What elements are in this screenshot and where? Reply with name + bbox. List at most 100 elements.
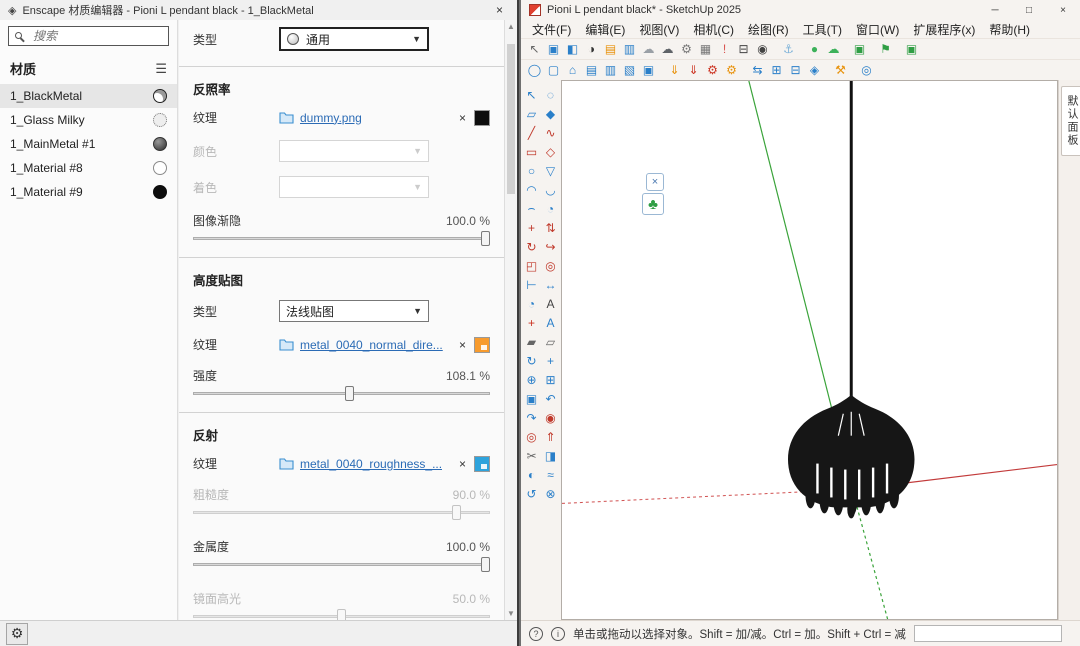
- protractor-icon[interactable]: ◔: [523, 295, 540, 312]
- green-save-icon[interactable]: ▣: [851, 41, 868, 58]
- remove-texture-icon[interactable]: ×: [455, 457, 470, 471]
- box-alt-icon[interactable]: ▣: [640, 62, 657, 79]
- folder-icon[interactable]: [279, 457, 294, 470]
- properties-scrollbar[interactable]: ▲ ▼: [504, 20, 517, 620]
- tape-measure-icon[interactable]: ⊢: [523, 276, 540, 293]
- menu-file[interactable]: 文件(F): [525, 20, 578, 39]
- rotated-rectangle-icon[interactable]: ◇: [542, 143, 559, 160]
- material-list-item[interactable]: 1_MainMetal #1: [0, 132, 177, 156]
- height-texture-link[interactable]: metal_0040_normal_dire...: [300, 338, 443, 352]
- rotate-icon[interactable]: ↻: [523, 238, 540, 255]
- sketchup-titlebar[interactable]: Pioni L pendant black* - SketchUp 2025 ─…: [521, 0, 1080, 20]
- remove-texture-icon[interactable]: ×: [455, 111, 470, 125]
- minimize-icon[interactable]: ─: [978, 0, 1012, 20]
- close-section-icon[interactable]: ⊗: [542, 485, 559, 502]
- height-map-type-dropdown[interactable]: 法线贴图 ▼: [279, 300, 429, 322]
- help-icon[interactable]: ?: [529, 627, 543, 641]
- cloud-icon[interactable]: ☁: [640, 41, 657, 58]
- maximize-icon[interactable]: □: [1012, 0, 1046, 20]
- close-icon[interactable]: ×: [490, 3, 509, 17]
- albedo-texture-link[interactable]: dummy.png: [300, 111, 362, 125]
- reflection-texture-link[interactable]: metal_0040_roughness_...: [300, 457, 442, 471]
- pan-icon[interactable]: +: [542, 352, 559, 369]
- height-texture-swatch[interactable]: [474, 337, 490, 353]
- albedo-texture-swatch[interactable]: [474, 110, 490, 126]
- select-icon[interactable]: ↖: [523, 86, 540, 103]
- folder-icon[interactable]: [279, 338, 294, 351]
- walk-icon[interactable]: ⇑: [542, 428, 559, 445]
- search-box[interactable]: [8, 26, 169, 46]
- green-save-2-icon[interactable]: ▣: [903, 41, 920, 58]
- lasso-icon[interactable]: ◌: [542, 86, 559, 103]
- gear-orange-icon[interactable]: ⚙: [723, 62, 740, 79]
- line-icon[interactable]: ╱: [523, 124, 540, 141]
- section-fill-icon[interactable]: ▱: [542, 333, 559, 350]
- measurements-box[interactable]: [914, 625, 1062, 642]
- eraser-icon[interactable]: ▱: [523, 105, 540, 122]
- paint-bucket-icon[interactable]: ◆: [542, 105, 559, 122]
- nav-box-plus-icon[interactable]: ⊞: [768, 62, 785, 79]
- dimension-icon[interactable]: ↔: [542, 276, 559, 293]
- previous-view-icon[interactable]: ↶: [542, 390, 559, 407]
- cloud-upload-icon[interactable]: ☁: [659, 41, 676, 58]
- menu-help[interactable]: 帮助(H): [982, 20, 1037, 39]
- floating-plant-button[interactable]: ♣: [642, 193, 664, 215]
- close-icon[interactable]: ×: [1046, 0, 1080, 20]
- panorama-gallery-icon[interactable]: ▦: [697, 41, 714, 58]
- 3d-text-icon[interactable]: A: [542, 314, 559, 331]
- floating-close-button[interactable]: ×: [646, 173, 664, 191]
- text-icon[interactable]: A: [542, 295, 559, 312]
- export-image-icon[interactable]: ▤: [602, 41, 619, 58]
- menu-draw[interactable]: 绘图(R): [741, 20, 796, 39]
- enscape-titlebar[interactable]: ◈ Enscape 材质编辑器 - Pioni L pendant black …: [0, 0, 517, 20]
- slider-thumb[interactable]: [481, 231, 490, 246]
- freehand-icon[interactable]: ∿: [542, 124, 559, 141]
- green-material-icon[interactable]: ●: [806, 41, 823, 58]
- settings-button[interactable]: ⚙: [6, 623, 28, 645]
- zoom-extents-icon[interactable]: ▣: [523, 390, 540, 407]
- default-panel-tab[interactable]: 默认面板: [1061, 86, 1080, 156]
- asset-anchor-icon[interactable]: ⚓: [780, 41, 797, 58]
- shadows-icon[interactable]: ◐: [523, 466, 540, 483]
- nav-box-minus-icon[interactable]: ⊟: [787, 62, 804, 79]
- circle-icon[interactable]: ○: [523, 162, 540, 179]
- slider-thumb[interactable]: [345, 386, 354, 401]
- gear-red-icon[interactable]: ⚙: [704, 62, 721, 79]
- albedo-color-dropdown[interactable]: ▼: [279, 140, 429, 162]
- menu-window[interactable]: 窗口(W): [849, 20, 906, 39]
- material-list-item[interactable]: 1_BlackMetal: [0, 84, 177, 108]
- alert-badge-icon[interactable]: !: [716, 41, 733, 58]
- slider-thumb[interactable]: [481, 557, 490, 572]
- menu-edit[interactable]: 编辑(E): [578, 20, 632, 39]
- orbit-icon[interactable]: ↻: [523, 352, 540, 369]
- green-cloud-icon[interactable]: ☁: [825, 41, 842, 58]
- image-fade-slider[interactable]: [193, 231, 490, 247]
- cart-icon[interactable]: ⊟: [735, 41, 752, 58]
- info-icon[interactable]: i: [551, 627, 565, 641]
- position-camera-icon[interactable]: ◉: [542, 409, 559, 426]
- three-point-arc-icon[interactable]: ⌢: [523, 200, 540, 217]
- move-icon[interactable]: +: [523, 219, 540, 236]
- doc-new-icon[interactable]: ▤: [583, 62, 600, 79]
- follow-me-icon[interactable]: ↪: [542, 238, 559, 255]
- material-list-item[interactable]: 1_Glass Milky: [0, 108, 177, 132]
- enscape-render-icon[interactable]: ▣: [545, 41, 562, 58]
- menu-view[interactable]: 视图(V): [632, 20, 686, 39]
- metallic-slider[interactable]: [193, 557, 490, 573]
- push-pull-icon[interactable]: ⇅: [542, 219, 559, 236]
- menu-extensions[interactable]: 扩展程序(x): [906, 20, 982, 39]
- zoom-search-icon[interactable]: ◎: [858, 62, 875, 79]
- scroll-up-icon[interactable]: ▲: [505, 20, 517, 33]
- enscape-sphere-icon[interactable]: ◑: [583, 41, 600, 58]
- component-exchange-icon[interactable]: ◈: [806, 62, 823, 79]
- doc-open-icon[interactable]: ▥: [602, 62, 619, 79]
- zoom-window-icon[interactable]: ⊞: [542, 371, 559, 388]
- search-input[interactable]: [9, 27, 168, 45]
- section-cut-icon[interactable]: ✂: [523, 447, 540, 464]
- scrollbar-thumb[interactable]: [507, 44, 515, 194]
- folder-icon[interactable]: [279, 111, 294, 124]
- remove-texture-icon[interactable]: ×: [455, 338, 470, 352]
- axes-icon[interactable]: +: [523, 314, 540, 331]
- look-around-icon[interactable]: ◎: [523, 428, 540, 445]
- account-avatar-icon[interactable]: ◉: [754, 41, 771, 58]
